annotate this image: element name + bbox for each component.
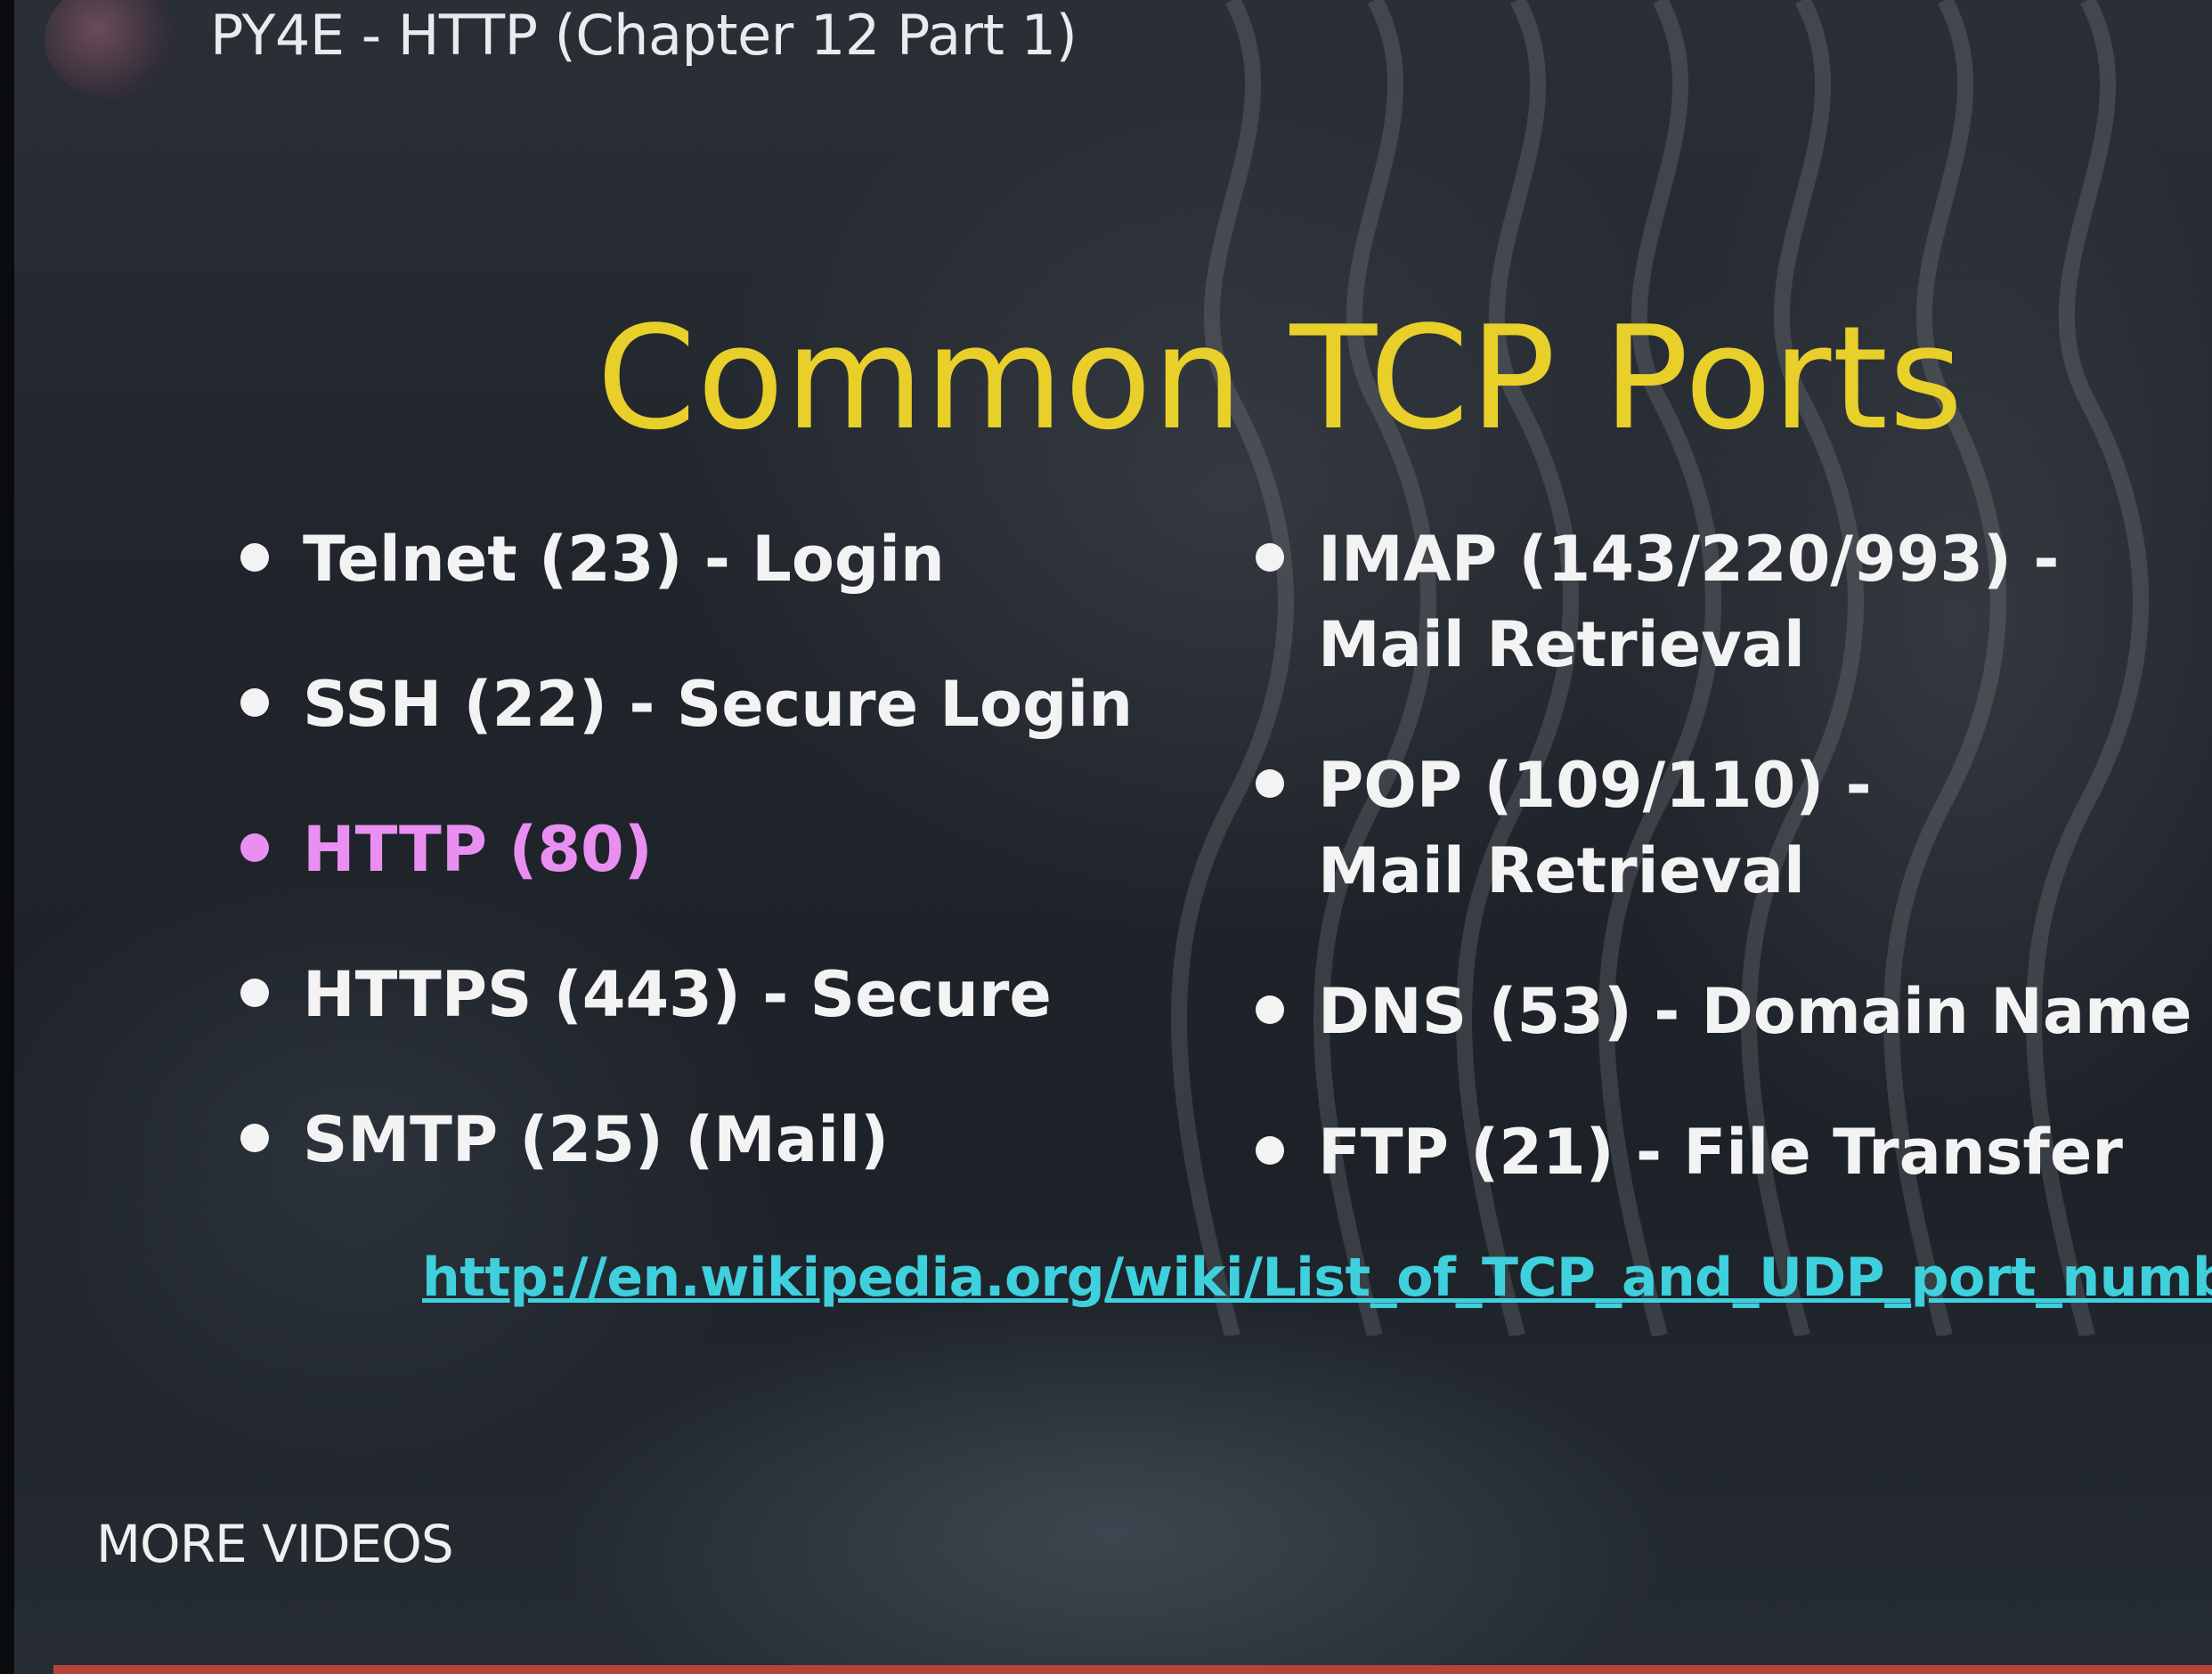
bullet-text: POP (109/110) - Mail Retrieval bbox=[1318, 749, 1872, 907]
video-player-screen[interactable]: PY4E - HTTP (Chapter 12 Part 1) Common T… bbox=[0, 0, 2212, 1674]
bullet-text: SSH (22) - Secure Login bbox=[303, 668, 1134, 741]
bullet-dot-icon bbox=[240, 833, 269, 862]
right-bullet-list: IMAP (143/220/993) - Mail Retrieval POP … bbox=[1247, 516, 2212, 1250]
list-item: DNS (53) - Domain Name bbox=[1247, 969, 2212, 1054]
video-title[interactable]: PY4E - HTTP (Chapter 12 Part 1) bbox=[210, 0, 1078, 71]
bullet-dot-icon bbox=[240, 1124, 269, 1152]
progress-bar[interactable] bbox=[53, 1665, 2212, 1674]
bullet-text: FTP (21) - File Transfer bbox=[1318, 1116, 2123, 1189]
screen-bezel bbox=[0, 0, 14, 1674]
left-bullet-list: Telnet (23) - Login SSH (22) - Secure Lo… bbox=[232, 516, 1211, 1242]
bullet-text: HTTPS (443) - Secure bbox=[303, 958, 1052, 1031]
bullet-text: Telnet (23) - Login bbox=[303, 523, 945, 596]
bullet-text: DNS (53) - Domain Name bbox=[1318, 975, 2192, 1048]
list-item: HTTPS (443) - Secure bbox=[232, 952, 1211, 1037]
bullet-dot-icon bbox=[240, 543, 269, 572]
list-item: SSH (22) - Secure Login bbox=[232, 662, 1211, 747]
list-item: FTP (21) - File Transfer bbox=[1247, 1109, 2212, 1195]
bullet-text: SMTP (25) (Mail) bbox=[303, 1103, 890, 1176]
bullet-text: IMAP (143/220/993) - Mail Retrieval bbox=[1318, 523, 2060, 681]
list-item: SMTP (25) (Mail) bbox=[232, 1097, 1211, 1182]
bullet-dot-icon bbox=[1256, 769, 1284, 798]
bullet-dot-icon bbox=[240, 688, 269, 717]
bullet-text: HTTP (80) bbox=[303, 813, 653, 886]
channel-avatar[interactable] bbox=[45, 0, 178, 98]
bullet-dot-icon bbox=[240, 979, 269, 1007]
bullet-dot-icon bbox=[1256, 1136, 1284, 1165]
list-item: Telnet (23) - Login bbox=[232, 516, 1211, 602]
list-item: POP (109/110) - Mail Retrieval bbox=[1247, 743, 2030, 914]
wikipedia-link[interactable]: http://en.wikipedia.org/wiki/List_of_TCP… bbox=[422, 1247, 2212, 1309]
bullet-dot-icon bbox=[1256, 543, 1284, 572]
list-item-highlighted: HTTP (80) bbox=[232, 807, 1211, 892]
more-videos-button[interactable]: MORE VIDEOS bbox=[96, 1514, 454, 1574]
slide-title: Common TCP Ports bbox=[597, 295, 1964, 461]
bullet-dot-icon bbox=[1256, 995, 1284, 1024]
list-item: IMAP (143/220/993) - Mail Retrieval bbox=[1247, 516, 2208, 687]
